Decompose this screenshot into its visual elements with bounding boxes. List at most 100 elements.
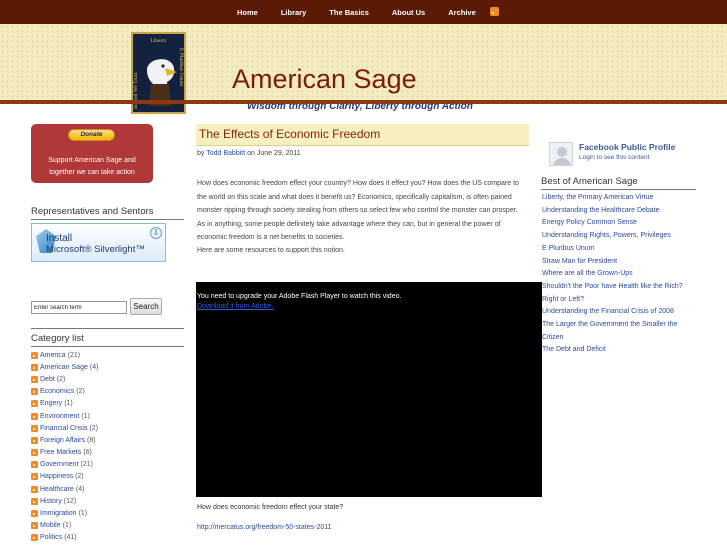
list-item: Financial Crisis (2) <box>31 422 161 434</box>
category-link[interactable]: Immigration <box>40 510 77 517</box>
video-player[interactable]: You need to upgrade your Adobe Flash Pla… <box>196 282 542 497</box>
best-of-link[interactable]: The Larger the Government the Smaller th… <box>542 319 692 344</box>
rss-icon[interactable] <box>31 436 38 444</box>
category-count: (4) <box>89 363 99 371</box>
rss-icon[interactable] <box>31 412 38 420</box>
nav-the-basics[interactable]: The Basics <box>329 8 369 17</box>
rss-icon[interactable] <box>31 351 38 359</box>
logo-liberty-text: Liberty <box>150 38 167 44</box>
category-link[interactable]: Politics <box>40 534 62 541</box>
list-item: Debt (2) <box>31 373 161 385</box>
category-link[interactable]: Debt <box>40 376 55 383</box>
rss-icon[interactable] <box>31 534 38 542</box>
category-count: (2) <box>89 424 99 432</box>
nav-archive[interactable]: Archive <box>448 8 476 17</box>
best-of-link[interactable]: Straw Man for President <box>542 256 692 269</box>
install-silverlight-button[interactable]: Install Microsoft® Silverlight™ ⇩ <box>31 223 166 262</box>
category-link[interactable]: Environment <box>40 413 79 420</box>
rss-icon[interactable] <box>31 473 38 481</box>
site-title[interactable]: American Sage <box>232 64 417 95</box>
best-of-link[interactable]: Liberty, the Primary American Virtue <box>542 192 692 205</box>
rss-icon[interactable] <box>31 461 38 469</box>
list-item: Economics (2) <box>31 386 161 398</box>
list-item: Mobile (1) <box>31 520 161 532</box>
rss-icon[interactable] <box>31 388 38 396</box>
donate-button[interactable]: Donate <box>68 129 115 141</box>
best-of-link[interactable]: Understanding Rights, Powers, Privileges <box>542 230 692 243</box>
best-of-heading: Best of American Sage <box>541 176 638 187</box>
category-link[interactable]: Healthcare <box>40 486 74 493</box>
category-link[interactable]: Financial Crisis <box>40 425 87 432</box>
best-of-link[interactable]: E Pluribus Unum <box>542 243 692 256</box>
list-item: American Sage (4) <box>31 361 161 373</box>
nav-home[interactable]: Home <box>237 8 258 17</box>
best-of-list: Liberty, the Primary American Virtue Und… <box>542 192 692 357</box>
post-title-bar: The Effects of Economic Freedom <box>196 124 529 146</box>
rss-icon[interactable] <box>31 510 38 518</box>
category-link[interactable]: American Sage <box>40 364 88 371</box>
avatar[interactable] <box>549 142 573 166</box>
rss-icon[interactable] <box>31 400 38 408</box>
best-of-link[interactable]: Understanding the Financial Crisis of 20… <box>542 306 692 319</box>
main-nav: Home Library The Basics About Us Archive <box>237 8 499 17</box>
category-link[interactable]: Free Markets <box>40 449 81 456</box>
category-count: (1) <box>64 400 73 408</box>
category-link[interactable]: Government <box>40 461 79 468</box>
category-link[interactable]: Economics <box>40 388 74 395</box>
category-link[interactable]: America <box>40 352 66 359</box>
search-input[interactable] <box>31 301 127 314</box>
category-count: (21) <box>80 461 93 469</box>
category-link[interactable]: Mobile <box>40 522 61 529</box>
category-link[interactable]: Foreign Affairs <box>40 437 85 444</box>
category-list: America (21) American Sage (4) Debt (2) Eco… <box>31 349 161 544</box>
silverlight-product-label: Microsoft® Silverlight™ <box>46 244 145 255</box>
representatives-heading: Representatives and Sentors <box>31 206 154 217</box>
silverlight-install-label: Install <box>46 233 73 244</box>
rss-icon[interactable] <box>31 375 38 383</box>
nav-about-us[interactable]: About Us <box>392 8 425 17</box>
facebook-profile-title[interactable]: Facebook Public Profile <box>579 142 675 152</box>
search-button[interactable]: Search <box>130 298 162 315</box>
best-of-link[interactable]: The Debt and Deficit <box>542 344 692 357</box>
list-item: Politics (41) <box>31 532 161 544</box>
rss-icon[interactable] <box>31 522 38 530</box>
category-count: (4) <box>75 485 85 493</box>
category-list-heading: Category list <box>31 333 84 344</box>
best-of-link[interactable]: Understanding the Healthcare Debate <box>542 205 692 218</box>
category-count: (6) <box>83 449 92 457</box>
facebook-login-text[interactable]: Login to see this content <box>579 154 649 161</box>
adobe-download-link[interactable]: Download it from Adobe. <box>197 303 273 310</box>
post-paragraph: Here are some resources to support this … <box>197 247 345 254</box>
best-of-link[interactable]: Where are all the Grown-Ups <box>542 268 692 281</box>
list-item: Engery (1) <box>31 398 161 410</box>
mercatus-link[interactable]: http://mercatus.org/freedom-50-states-20… <box>197 524 332 531</box>
rss-icon[interactable] <box>31 449 38 457</box>
flash-upgrade-message: You need to upgrade your Adobe Flash Pla… <box>197 293 402 300</box>
rss-icon[interactable] <box>31 424 38 432</box>
list-item: Government (21) <box>31 459 161 471</box>
list-item: Immigration (1) <box>31 507 161 519</box>
rss-icon[interactable] <box>31 363 38 371</box>
donate-text: Support American Sage and together we ca… <box>48 157 136 176</box>
post-date: on June 29, 2011 <box>247 150 301 157</box>
category-link[interactable]: Engery <box>40 400 62 407</box>
list-item: History (12) <box>31 495 161 507</box>
best-of-link[interactable]: Shouldn't the Poor have Health like the … <box>542 281 692 306</box>
post-author-link[interactable]: Todd Babbitt <box>206 150 245 157</box>
best-of-link[interactable]: Energy Policy Common Sense <box>542 217 692 230</box>
list-item: Environment (1) <box>31 410 161 422</box>
category-link[interactable]: Happiness <box>40 473 73 480</box>
header-banner: Liberty In God We Trust E Pluribus Unum … <box>0 24 727 114</box>
category-count: (2) <box>76 388 85 396</box>
category-count: (1) <box>78 510 88 518</box>
category-link[interactable]: History <box>40 498 62 505</box>
list-item: Happiness (2) <box>31 471 161 483</box>
post-title[interactable]: The Effects of Economic Freedom <box>199 127 380 141</box>
nav-library[interactable]: Library <box>281 8 306 17</box>
divider <box>541 189 696 190</box>
divider <box>31 219 184 220</box>
rss-icon[interactable] <box>31 485 38 493</box>
rss-feed-icon[interactable] <box>490 7 499 16</box>
list-item: Free Markets (6) <box>31 447 161 459</box>
rss-icon[interactable] <box>31 497 38 505</box>
